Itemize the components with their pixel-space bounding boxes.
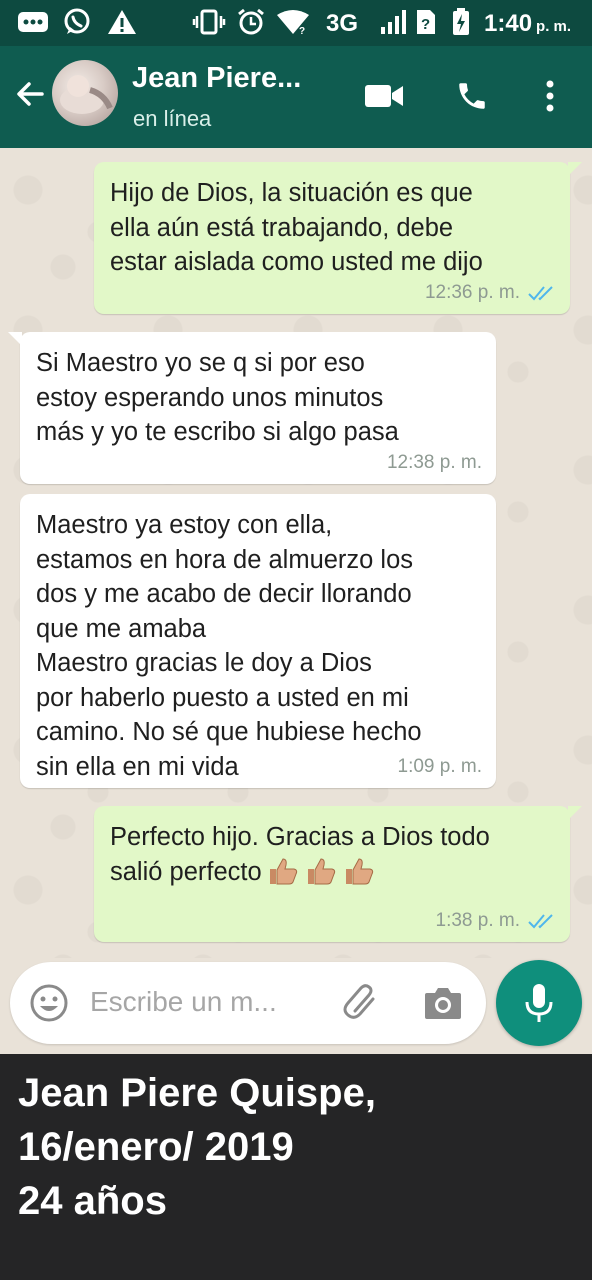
vibrate-icon xyxy=(192,9,226,35)
read-ticks-icon xyxy=(528,914,553,929)
signal-icon xyxy=(378,9,408,35)
contact-name[interactable]: Jean Piere... xyxy=(132,62,301,95)
sim-unknown-icon: ? xyxy=(414,9,438,35)
warning-icon xyxy=(106,9,138,35)
mic-button[interactable] xyxy=(496,960,582,1046)
caption-line: Jean Piere Quispe, xyxy=(18,1071,376,1115)
video-call-icon[interactable] xyxy=(362,74,406,118)
chat-header: Jean Piere... en línea xyxy=(0,46,592,148)
message-meta: 12:36 p. m. xyxy=(425,282,556,304)
camera-icon[interactable] xyxy=(422,982,464,1024)
incoming-message[interactable]: Si Maestro yo se q si por eso estoy espe… xyxy=(8,332,496,484)
message-notification-icon xyxy=(16,9,50,35)
message-time: 1:09 p. m. xyxy=(397,756,483,777)
message-text: Maestro ya estoy con ella, estamos en ho… xyxy=(36,511,422,781)
message-meta: 1:38 p. m. xyxy=(436,910,557,932)
thumbs-up-icon xyxy=(307,857,335,884)
message-input-bar: Escribe un m... xyxy=(10,962,486,1044)
incoming-message[interactable]: Maestro ya estoy con ella, estamos en ho… xyxy=(20,494,496,788)
thumbs-up-emoji-group xyxy=(262,857,376,886)
message-input[interactable]: Escribe un m... xyxy=(90,986,277,1018)
emoji-icon[interactable] xyxy=(28,982,70,1024)
thumbs-up-icon xyxy=(269,857,297,884)
message-meta: 12:38 p. m. xyxy=(387,452,482,474)
message-text: Hijo de Dios, la situación es que ella a… xyxy=(110,179,483,276)
attach-icon[interactable] xyxy=(340,982,382,1024)
caption-overlay: Jean Piere Quispe, 16/enero/ 2019 24 año… xyxy=(0,1054,592,1280)
message-text: Si Maestro yo se q si por eso estoy espe… xyxy=(36,349,399,446)
message-text: Perfecto hijo. Gracias a Dios todo salió… xyxy=(110,820,552,889)
wifi-icon: ? xyxy=(276,9,310,35)
battery-charging-icon xyxy=(450,8,472,35)
outgoing-message[interactable]: Hijo de Dios, la situación es que ella a… xyxy=(94,162,582,314)
network-type: 3G xyxy=(326,10,359,37)
phone-icon[interactable] xyxy=(450,74,494,118)
more-vert-icon[interactable] xyxy=(528,74,572,118)
alarm-icon xyxy=(236,8,266,35)
svg-text:?: ? xyxy=(421,16,430,33)
bubble-tail xyxy=(568,806,582,820)
clock: 1:40 p. m. xyxy=(484,10,572,37)
status-bar: ? 3G ? 1:40 p. m. xyxy=(0,0,592,46)
svg-text:?: ? xyxy=(299,26,305,35)
back-arrow-icon[interactable] xyxy=(12,76,48,112)
read-ticks-icon xyxy=(528,286,553,301)
message-time: 12:36 p. m. xyxy=(424,282,520,303)
outgoing-message[interactable]: Perfecto hijo. Gracias a Dios todo salió… xyxy=(94,806,582,942)
mic-icon xyxy=(525,984,553,1022)
bubble-tail xyxy=(8,332,22,346)
message-time: 1:38 p. m. xyxy=(435,910,521,931)
caption-line: 16/enero/ 2019 xyxy=(18,1125,294,1169)
bubble-tail xyxy=(568,162,582,176)
message-time: 12:38 p. m. xyxy=(386,452,482,473)
thumbs-up-icon xyxy=(345,857,373,884)
chat-area[interactable]: Hijo de Dios, la situación es que ella a… xyxy=(0,148,592,958)
caption-line: 24 años xyxy=(18,1179,167,1223)
contact-avatar[interactable] xyxy=(52,60,118,126)
contact-status: en línea xyxy=(133,106,212,131)
message-meta: 1:09 p. m. xyxy=(398,756,483,778)
whatsapp-notification-icon xyxy=(62,8,92,35)
